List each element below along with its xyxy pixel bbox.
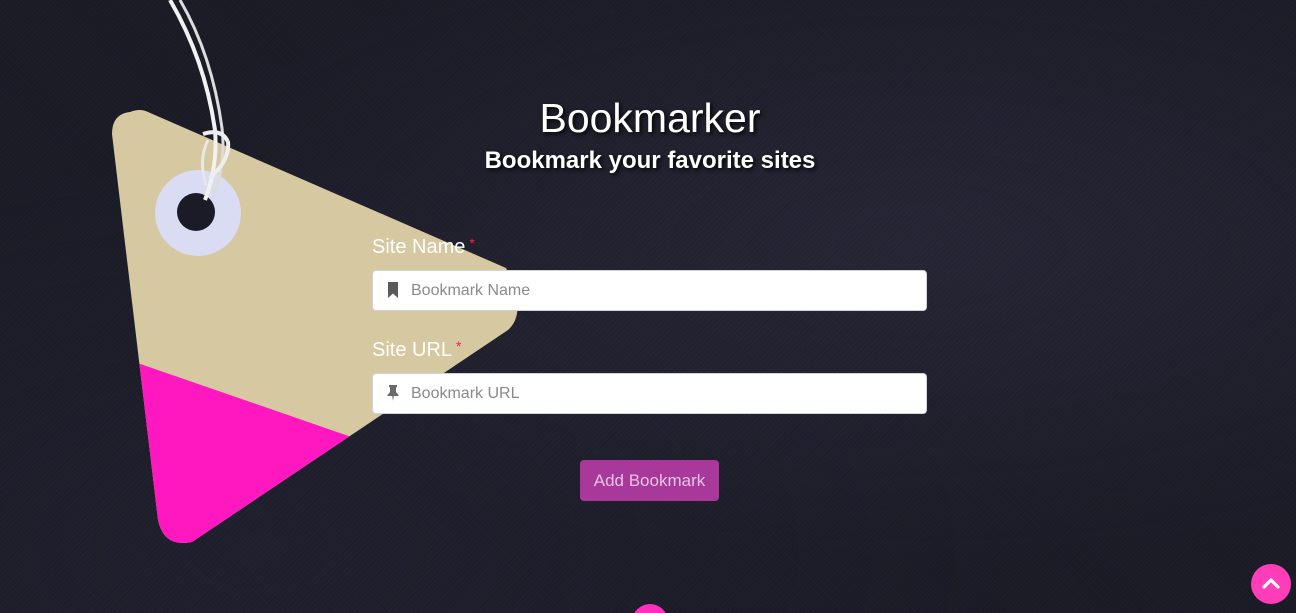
site-url-input[interactable] (411, 374, 911, 413)
page-subtitle: Bookmark your favorite sites (484, 147, 816, 175)
site-url-field[interactable] (372, 373, 927, 414)
bookmark-form: Site Name* Site URL* (372, 235, 927, 441)
required-indicator: * (456, 338, 462, 354)
chevron-up-icon (1262, 578, 1280, 589)
thumbtack-icon (387, 385, 399, 401)
required-indicator: * (469, 235, 475, 251)
page-title: Bookmarker (539, 95, 761, 141)
site-url-label: Site URL * (372, 338, 927, 362)
site-name-input[interactable] (411, 271, 911, 310)
scroll-to-top-button[interactable] (1251, 564, 1291, 604)
site-name-label: Site Name * (372, 235, 927, 259)
hero-header: Bookmarker Bookmark your favorite sites (0, 95, 1296, 176)
site-url-label-text: Site URL (372, 339, 453, 361)
site-name-label-text: Site Name (372, 236, 466, 258)
add-bookmark-button[interactable]: Add Bookmark (580, 460, 719, 501)
bookmark-icon (388, 282, 398, 298)
site-name-field[interactable] (372, 270, 927, 311)
scroll-indicator-dot (632, 604, 668, 613)
